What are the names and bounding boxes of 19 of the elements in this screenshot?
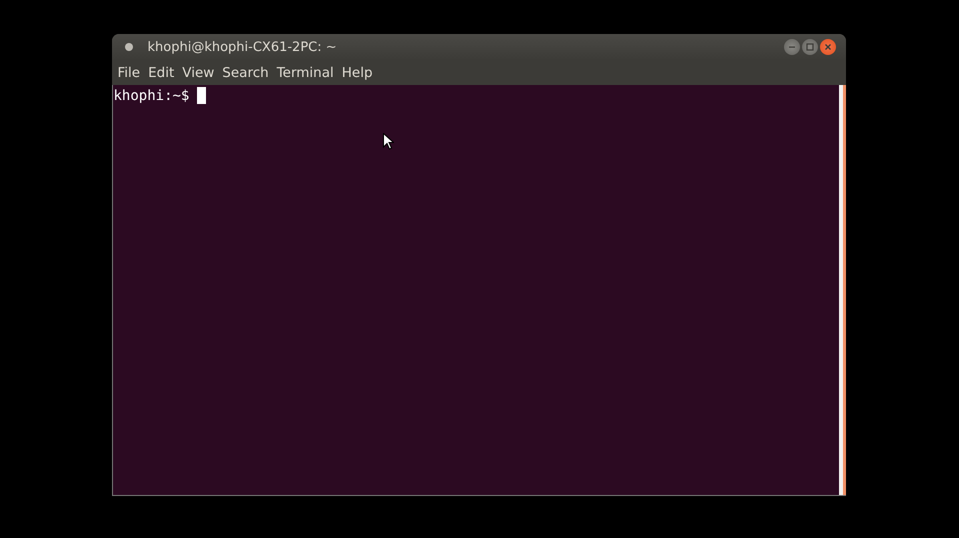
menu-item[interactable]: View (178, 64, 218, 80)
square-icon (806, 43, 814, 51)
menu-item[interactable]: Search (218, 64, 273, 80)
menu-item[interactable]: Terminal (272, 64, 338, 80)
terminal-area[interactable]: khophi:~$ (112, 85, 846, 496)
mouse-pointer-icon (382, 133, 394, 150)
terminal-dot-icon (124, 42, 134, 52)
window-title: khophi@khophi-CX61-2PC: ~ (148, 40, 338, 54)
close-icon (824, 43, 832, 51)
text-cursor (197, 87, 206, 104)
menu-item[interactable]: Edit (144, 64, 178, 80)
close-button[interactable] (820, 39, 836, 55)
minimize-button[interactable] (784, 39, 800, 55)
shell-prompt: khophi:~$ (114, 88, 190, 104)
menu-item[interactable]: File (114, 64, 144, 80)
menu-item[interactable]: Help (338, 64, 377, 80)
scrollbar[interactable] (838, 85, 846, 495)
maximize-button[interactable] (802, 39, 818, 55)
scrollbar-thumb[interactable] (842, 85, 846, 495)
